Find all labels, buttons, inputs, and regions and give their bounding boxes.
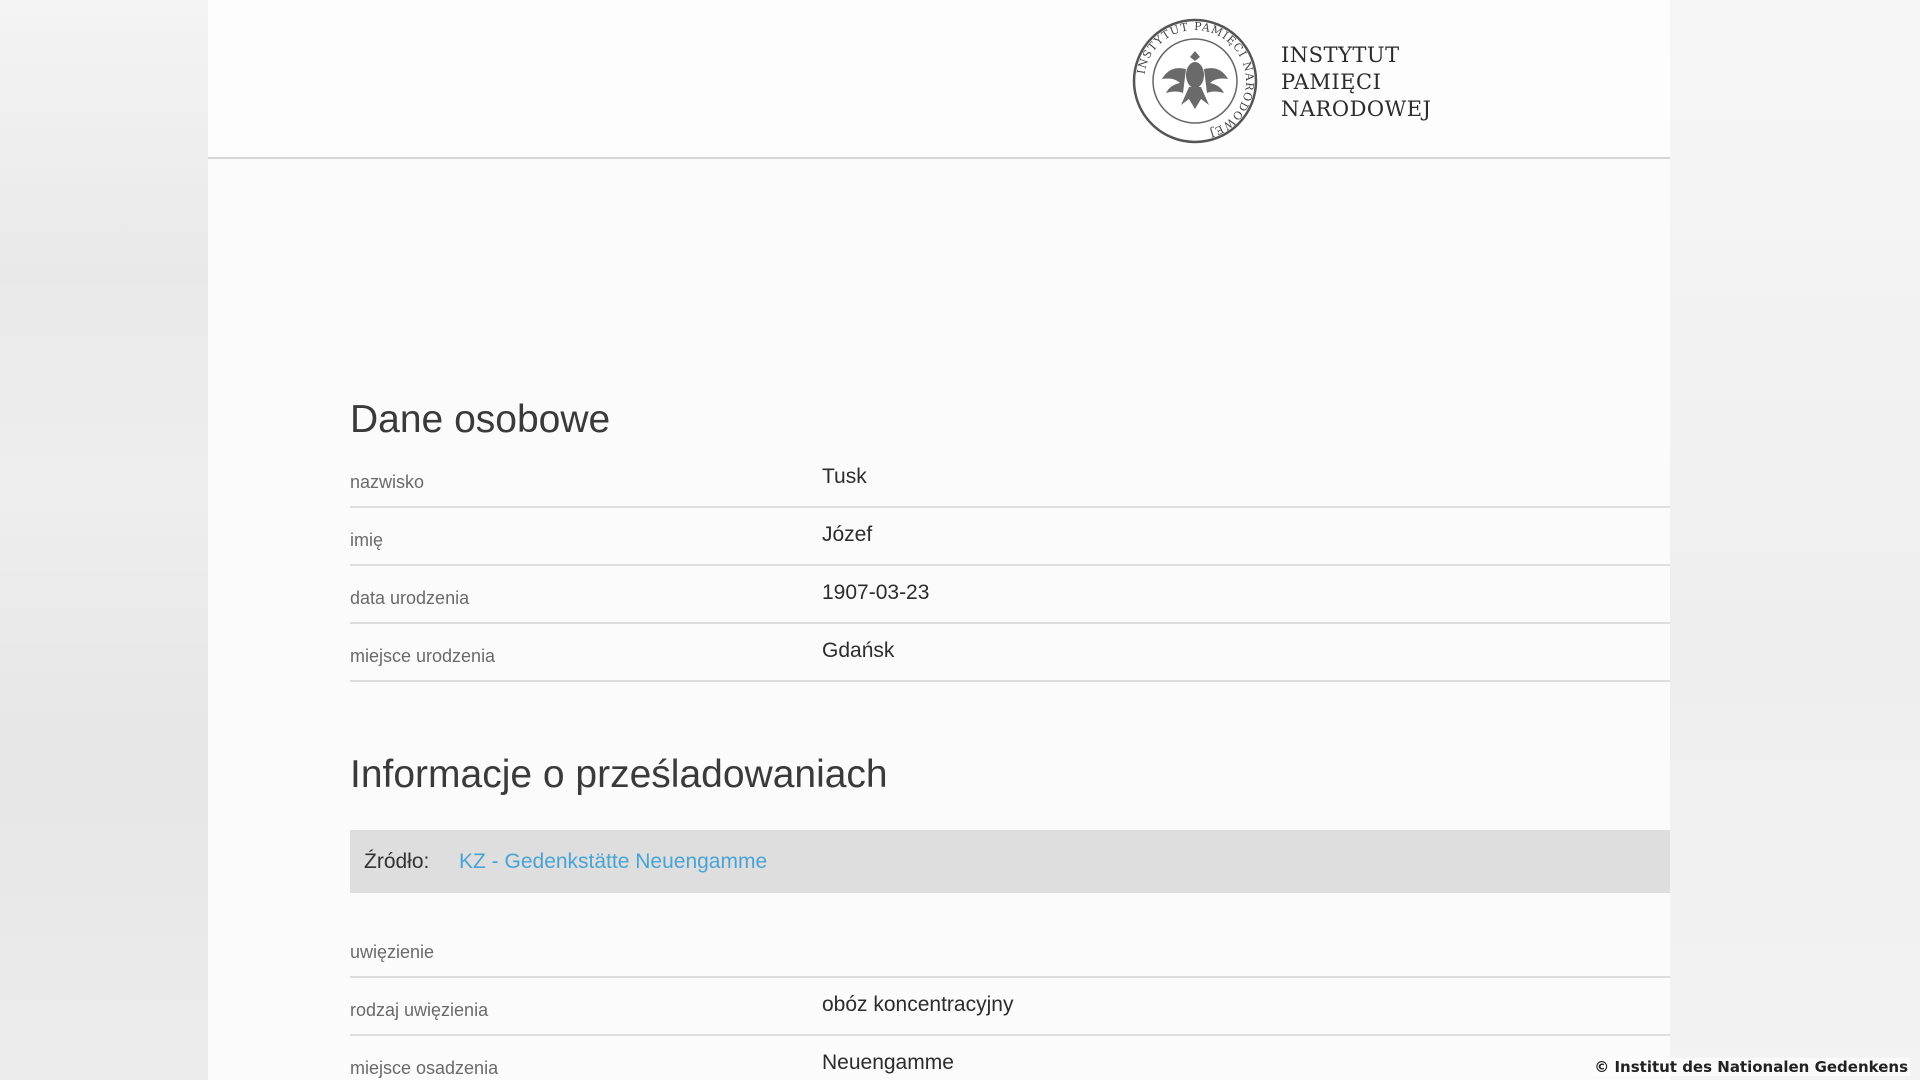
row-label: miejsce osadzenia [350, 1058, 499, 1078]
row-label: data urodzenia [350, 588, 470, 608]
row-label: rodzaj uwięzienia [350, 1000, 489, 1020]
row-value: Tusk [822, 465, 867, 488]
background-right [1670, 0, 1920, 1080]
persecution-section: Informacje o prześladowaniach Źródło: KZ… [350, 745, 1670, 1080]
data-row-imprisonment-type: rodzaj uwięzienia obóz koncentracyjny [350, 978, 1670, 1036]
row-value: Józef [822, 523, 873, 546]
logo-line-1: INSTYTUT [1281, 43, 1400, 67]
row-label: imię [350, 530, 384, 550]
background-left [0, 0, 208, 1080]
site-header: INSTYTUT PAMIĘCI NARODOWEJ INSTYTUT PAMI… [208, 0, 1670, 159]
copyright-notice: © Institut des Nationalen Gedenkens [1592, 1058, 1910, 1076]
data-row-surname: nazwisko Tusk [350, 450, 1670, 508]
data-row-imprisonment: uwięzienie [350, 920, 1670, 978]
page-panel: INSTYTUT PAMIĘCI NARODOWEJ INSTYTUT PAMI… [208, 0, 1670, 1080]
source-label: Źródło: [364, 850, 430, 873]
row-value: obóz koncentracyjny [822, 993, 1014, 1016]
ipn-wordmark: INSTYTUT PAMIĘCI NARODOWEJ [1281, 42, 1431, 123]
row-label: nazwisko [350, 472, 425, 492]
row-label: uwięzienie [350, 942, 435, 962]
personal-data-title: Dane osobowe [350, 398, 611, 441]
persecution-title: Informacje o prześladowaniach [350, 753, 888, 796]
source-bar: Źródło: KZ - Gedenkstätte Neuengamme [350, 830, 1670, 893]
row-label: miejsce urodzenia [350, 646, 496, 666]
data-row-first-name: imię Józef [350, 508, 1670, 566]
source-link[interactable]: KZ - Gedenkstätte Neuengamme [459, 850, 767, 874]
ipn-seal-logo[interactable]: INSTYTUT PAMIĘCI NARODOWEJ [1131, 17, 1259, 145]
logo-line-3: NARODOWEJ [1281, 97, 1432, 121]
logo-line-2: PAMIĘCI [1281, 70, 1382, 94]
row-value: Neuengamme [822, 1051, 954, 1074]
row-value: 1907-03-23 [822, 581, 930, 604]
row-value: Gdańsk [822, 639, 895, 662]
data-row-birth-place: miejsce urodzenia Gdańsk [350, 624, 1670, 682]
data-row-birth-date: data urodzenia 1907-03-23 [350, 566, 1670, 624]
data-row-detention-place: miejsce osadzenia Neuengamme [350, 1036, 1670, 1080]
personal-data-section: Dane osobowe nazwisko Tusk imię Józef da… [350, 390, 1670, 682]
